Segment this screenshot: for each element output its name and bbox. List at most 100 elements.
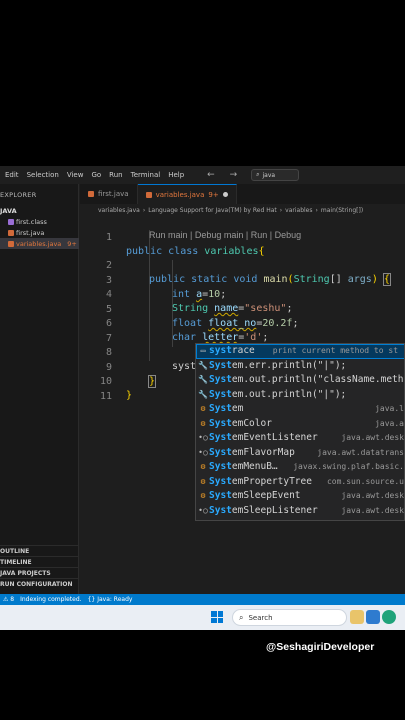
- java-status[interactable]: {} Java: Ready: [88, 596, 133, 603]
- suggestion-item[interactable]: ⚙ SystemSleepEvent java.awt.desk: [196, 489, 404, 504]
- suggestion-item[interactable]: •○ SystemEventListener java.awt.desk: [196, 431, 404, 446]
- suggestion-label: SystemEventListener: [209, 432, 318, 443]
- tab-variables-java[interactable]: variables.java 9+: [137, 184, 237, 204]
- file-item-first-java[interactable]: first.java: [0, 227, 79, 238]
- suggestion-item[interactable]: ⚙ SystemMenuB… javax.swing.plaf.basic.: [196, 460, 404, 475]
- channel-watermark: @SeshagiriDeveloper: [266, 641, 375, 653]
- explorer-sidebar: EXPLORER JAVA first.class first.java var…: [0, 184, 79, 594]
- edge-icon[interactable]: [382, 610, 396, 624]
- line-number: 11: [99, 390, 112, 402]
- java-file-icon: [145, 191, 152, 198]
- suggestion-label: systrace: [209, 345, 255, 356]
- class-icon: ⚙: [200, 476, 206, 486]
- class-icon: ⚙: [200, 418, 206, 428]
- problems-badge: 9+: [67, 239, 77, 248]
- suggestion-item[interactable]: 🔧 System.out.println("|");: [196, 388, 404, 403]
- menu-help[interactable]: Help: [165, 171, 187, 179]
- suggestion-detail: com.sun.source.u: [326, 476, 404, 486]
- line-number: 1: [105, 231, 112, 243]
- file-label: first.class: [16, 217, 47, 226]
- wrench-icon: 🔧: [198, 375, 208, 384]
- interface-icon: •○: [198, 433, 208, 442]
- suggestion-label: SystemMenuB…: [209, 461, 278, 472]
- suggestion-label: System.out.println("className.meth: [209, 374, 404, 385]
- suggestion-detail: print current method to st: [272, 346, 399, 355]
- suggestion-detail: java.awt.desk: [341, 491, 404, 500]
- suggestion-label: SystemPropertyTree: [209, 475, 312, 487]
- code-line-1: 1 public class variables{: [80, 216, 405, 258]
- folder-label[interactable]: JAVA: [0, 207, 17, 215]
- section-timeline[interactable]: TIMELINE: [0, 556, 79, 567]
- suggestion-item[interactable]: ⚙ SystemColor java.a: [196, 417, 404, 432]
- file-explorer-icon[interactable]: [350, 610, 364, 624]
- explorer-title: EXPLORER: [0, 191, 37, 199]
- suggestion-detail: java.awt.desk: [341, 433, 404, 442]
- menu-selection[interactable]: Selection: [24, 171, 62, 179]
- taskbar-search-placeholder: Search: [248, 613, 273, 622]
- class-icon: ⚙: [200, 491, 206, 500]
- search-icon: ⌕: [256, 171, 260, 178]
- breadcrumb-method[interactable]: main(String[]): [321, 207, 363, 214]
- command-center-search[interactable]: ⌕ java: [251, 169, 300, 181]
- menu-bar: Edit Selection View Go Run Terminal Help…: [0, 166, 405, 184]
- breadcrumb-file[interactable]: variables.java: [98, 207, 140, 214]
- suggestion-detail: java.awt.desk: [341, 505, 404, 515]
- file-label: variables.java: [16, 239, 62, 248]
- section-run-configuration[interactable]: RUN CONFIGURATION: [0, 578, 79, 589]
- unsaved-dot-icon[interactable]: [222, 192, 228, 197]
- editor-tabs: first.java variables.java 9+: [80, 184, 405, 204]
- suggestion-label: SystemColor: [209, 417, 272, 429]
- breadcrumb: variables.java › Language Support for Ja…: [80, 204, 405, 216]
- code-line-3: 3 int a=10;: [80, 259, 405, 301]
- taskbar-search[interactable]: ⌕ Search: [232, 609, 347, 626]
- suggestion-label: SystemSleepListener: [209, 504, 318, 516]
- suggestion-item[interactable]: •○ SystemFlavorMap java.awt.datatrans: [196, 446, 404, 461]
- interface-icon: •○: [198, 447, 208, 457]
- menu-run[interactable]: Run: [106, 171, 125, 179]
- breadcrumb-lang[interactable]: Language Support for Java(TM) by Red Hat: [148, 207, 277, 214]
- autocomplete-suggestions[interactable]: ▭ systrace print current method to st 🔧 Syst…: [195, 343, 405, 521]
- wrench-icon: 🔧: [198, 360, 208, 370]
- chevron-right-icon: ›: [142, 206, 146, 214]
- file-item-variables-java[interactable]: variables.java 9+: [0, 238, 79, 249]
- suggestion-item[interactable]: ⚙ SystemPropertyTree com.sun.source.u: [196, 475, 404, 490]
- vscode-icon[interactable]: [366, 610, 380, 624]
- nav-arrows[interactable]: ← →: [207, 170, 243, 180]
- file-item-first-class[interactable]: first.class: [0, 216, 79, 227]
- java-file-icon: [8, 229, 14, 236]
- chevron-right-icon: ›: [315, 206, 318, 214]
- code-line-7: 7: [80, 317, 405, 344]
- menu-view[interactable]: View: [64, 171, 87, 179]
- suggestion-label: System.err.println("|");: [209, 359, 347, 371]
- code-line-5: 5 float float_no=20.2f;: [80, 288, 405, 330]
- suggestion-detail: javax.swing.plaf.basic.: [293, 462, 404, 471]
- breadcrumb-class[interactable]: variables: [285, 207, 312, 214]
- section-outline[interactable]: OUTLINE: [0, 545, 79, 556]
- suggestion-item[interactable]: 🔧 System.err.println("|");: [196, 359, 404, 374]
- indexing-status: Indexing completed.: [20, 596, 82, 603]
- interface-icon: •○: [198, 505, 208, 515]
- menu-terminal[interactable]: Terminal: [128, 171, 164, 179]
- suggestion-detail: java.l: [375, 404, 404, 413]
- code-line-6: 6 char letter='d';: [80, 302, 405, 344]
- windows-taskbar: ⌕ Search: [0, 605, 405, 630]
- problems-count[interactable]: ⚠ 8: [3, 596, 14, 603]
- suggestion-item[interactable]: ⚙ System java.l: [196, 402, 404, 417]
- file-class-icon: [8, 218, 14, 225]
- menu-go[interactable]: Go: [88, 171, 104, 179]
- java-status-label: Java: Ready: [97, 596, 133, 603]
- snippet-icon: ▭: [200, 346, 206, 355]
- command-center-text: java: [262, 171, 276, 179]
- windows-start-icon[interactable]: [211, 611, 223, 623]
- suggestion-item[interactable]: 🔧 System.out.println("className.meth: [196, 373, 404, 388]
- codelens-run-debug[interactable]: Run main | Debug main | Run | Debug: [149, 230, 301, 240]
- code-line-4: 4 String name="seshu";: [80, 273, 405, 315]
- menu-edit[interactable]: Edit: [2, 171, 22, 179]
- suggestion-label: System.out.println("|");: [209, 388, 347, 400]
- suggestion-label: SystemSleepEvent: [209, 490, 301, 501]
- suggestion-item[interactable]: •○ SystemSleepListener java.awt.desk: [196, 504, 404, 519]
- chevron-right-icon: ›: [279, 206, 283, 214]
- section-java-projects[interactable]: JAVA PROJECTS: [0, 567, 79, 578]
- tab-first-java[interactable]: first.java: [80, 184, 138, 204]
- suggestion-item[interactable]: ▭ systrace print current method to st: [196, 344, 404, 359]
